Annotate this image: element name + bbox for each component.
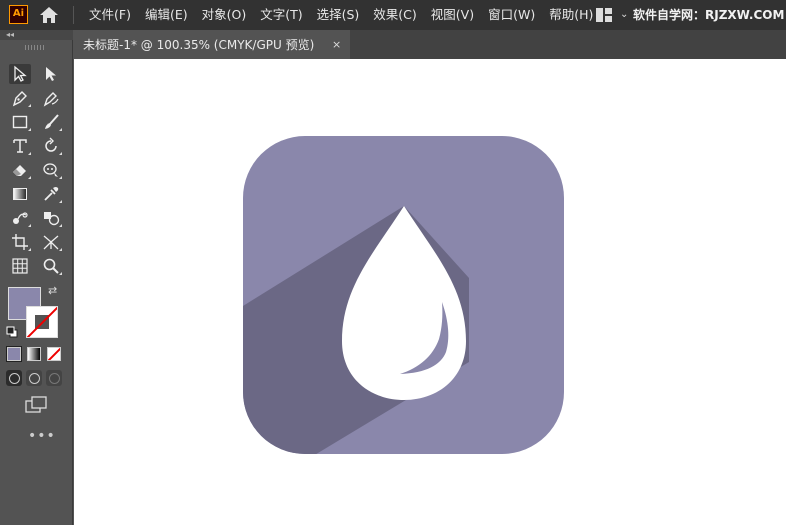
default-fill-stroke-icon[interactable] [6,326,18,338]
perspective-grid-tool[interactable] [40,232,62,252]
stroke-color-swatch[interactable] [26,306,58,338]
draw-normal-button[interactable] [6,370,22,386]
rotate-tool[interactable] [40,136,62,156]
screen-mode-icon[interactable] [25,396,47,414]
panel-grip[interactable] [25,45,45,50]
blend-tool[interactable] [9,208,31,228]
menu-type[interactable]: 文字(T) [253,0,309,30]
pen-icon [12,91,27,107]
toolbox-header: ◂◂ [0,30,73,40]
paintbrush-tool[interactable] [40,112,62,132]
mesh-grid-icon [12,258,28,274]
close-tab-icon[interactable]: × [332,30,341,59]
workspace-switcher-icon[interactable] [596,8,612,22]
more-tools-icon[interactable]: ••• [28,428,56,444]
eyedropper-tool[interactable] [40,184,62,204]
artboard-icon [12,234,28,250]
menu-bar: Ai 文件(F) 编辑(E) 对象(O) 文字(T) 选择(S) 效果(C) 视… [0,0,786,30]
draw-normal-icon [8,372,20,384]
mesh-tool[interactable] [9,256,31,276]
gradient-icon [13,188,27,200]
draw-inside-icon [48,372,60,384]
swap-fill-stroke-icon[interactable]: ⇄ [48,284,57,297]
color-mode-buttons [6,346,61,362]
menu-edit[interactable]: 编辑(E) [138,0,195,30]
perspective-grid-icon [43,235,59,250]
rectangle-tool[interactable] [9,112,31,132]
puppet-warp-tool[interactable] [40,160,62,180]
artboard-tool[interactable] [9,232,31,252]
home-icon[interactable] [38,5,60,25]
curvature-tool[interactable] [40,88,62,108]
menu-object[interactable]: 对象(O) [195,0,254,30]
app-logo: Ai [9,5,28,24]
document-tab-bar: 未标题-1* @ 100.35% (CMYK/GPU 预览) × [74,30,786,59]
direct-selection-arrow-icon [46,67,56,81]
document-title: 未标题-1* @ 100.35% (CMYK/GPU 预览) [83,38,315,52]
eyedropper-icon [44,187,59,201]
gradient-mode-button[interactable] [27,347,41,361]
rectangle-icon [12,115,28,129]
artboard-canvas[interactable] [74,59,786,525]
eraser-tool[interactable] [9,160,31,180]
draw-behind-button[interactable] [26,370,42,386]
paintbrush-icon [45,114,59,129]
menu-separator [73,6,74,24]
draw-behind-icon [28,372,40,384]
zoom-tool[interactable] [40,256,62,276]
chevron-down-icon[interactable]: ⌄ [620,8,628,22]
collapse-panel-icon[interactable]: ◂◂ [6,30,14,40]
selection-tool[interactable] [9,64,31,84]
curvature-pen-icon [43,92,59,107]
document-tab[interactable]: 未标题-1* @ 100.35% (CMYK/GPU 预览) × [74,30,350,59]
eraser-icon [13,165,26,176]
toolbox-panel: ◂◂ ⇄ ••• [0,30,73,525]
menu-window[interactable]: 窗口(W) [481,0,542,30]
zoom-magnifier-icon [43,258,59,274]
puppet-warp-icon [43,163,58,177]
water-drop-icon[interactable] [243,136,564,454]
blend-icon [13,212,28,224]
site-watermark: 软件自学网：RJZXW.COM [633,8,785,22]
main-menu: 文件(F) 编辑(E) 对象(O) 文字(T) 选择(S) 效果(C) 视图(V… [82,0,600,30]
menu-effect[interactable]: 效果(C) [366,0,423,30]
menu-select[interactable]: 选择(S) [310,0,367,30]
shape-builder-tool[interactable] [40,208,62,228]
pen-tool[interactable] [9,88,31,108]
menu-view[interactable]: 视图(V) [424,0,481,30]
draw-inside-button[interactable] [46,370,62,386]
shape-builder-icon [44,212,60,226]
drawing-mode-buttons [6,370,62,386]
menu-file[interactable]: 文件(F) [82,0,138,30]
gradient-tool[interactable] [9,184,31,204]
menu-help[interactable]: 帮助(H) [542,0,600,30]
none-mode-button[interactable] [47,347,61,361]
color-mode-button[interactable] [6,346,22,362]
selection-arrow-icon [14,65,27,82]
direct-selection-tool[interactable] [40,64,62,84]
rotate-icon [45,137,57,152]
type-tool[interactable] [9,136,31,156]
type-t-icon [13,139,27,153]
